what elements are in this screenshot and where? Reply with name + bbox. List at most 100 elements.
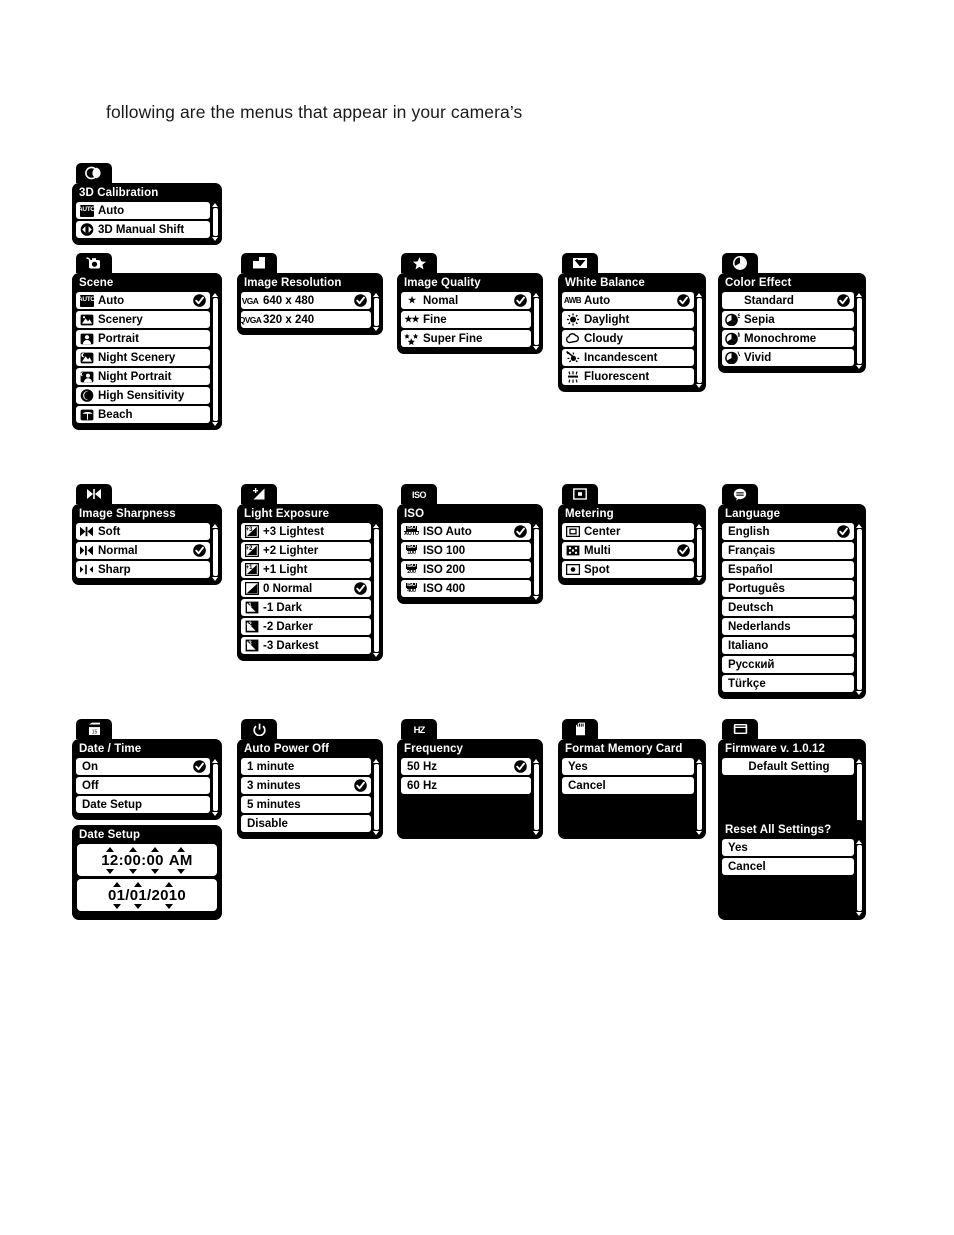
- scrollbar[interactable]: [856, 293, 862, 369]
- menu-item-format-memory-card-1[interactable]: Cancel: [562, 777, 694, 794]
- menu-item-scene-5[interactable]: High Sensitivity: [76, 387, 210, 404]
- scroll-thumb[interactable]: [856, 298, 862, 364]
- menu-item-scene-1[interactable]: Scenery: [76, 311, 210, 328]
- menu-item-language-0[interactable]: English: [722, 523, 854, 540]
- hour-stepper-down-arrow-icon[interactable]: [105, 868, 114, 874]
- scroll-down-arrow-icon[interactable]: [533, 596, 539, 600]
- menu-item-white-balance-2[interactable]: Cloudy: [562, 330, 694, 347]
- year-stepper[interactable]: 2010: [151, 881, 186, 909]
- hour-stepper-up-arrow-icon[interactable]: [105, 846, 114, 852]
- menu-item-scene-0[interactable]: AUTO Auto: [76, 292, 210, 309]
- menu-item-language-2[interactable]: Español: [722, 561, 854, 578]
- scroll-up-arrow-icon[interactable]: [533, 759, 539, 763]
- menu-item-language-7[interactable]: Русский: [722, 656, 854, 673]
- menu-item-image-resolution-0[interactable]: VGA 640 x 480: [241, 292, 371, 309]
- scroll-down-arrow-icon[interactable]: [212, 237, 218, 241]
- menu-item-reset-all-settings-1[interactable]: Cancel: [722, 858, 854, 875]
- menu-item-color-effect-1[interactable]: S Sepia: [722, 311, 854, 328]
- scroll-thumb[interactable]: [533, 764, 539, 830]
- menu-item-light-exposure-1[interactable]: +2 +2 Lighter: [241, 542, 371, 559]
- scroll-up-arrow-icon[interactable]: [212, 524, 218, 528]
- day-stepper[interactable]: 01: [130, 881, 147, 909]
- menu-item-image-sharpness-2[interactable]: Sharp: [76, 561, 210, 578]
- menu-item-image-sharpness-0[interactable]: Soft: [76, 523, 210, 540]
- menu-tab-3d-calibration[interactable]: [76, 163, 112, 183]
- menu-item-image-quality-2[interactable]: Super Fine: [401, 330, 531, 347]
- menu-item-scene-6[interactable]: Beach: [76, 406, 210, 423]
- scroll-thumb[interactable]: [373, 529, 379, 652]
- scrollbar[interactable]: [856, 524, 862, 695]
- menu-item-scene-3[interactable]: Night Scenery: [76, 349, 210, 366]
- menu-item-iso-3[interactable]: ISO 400 ISO 400: [401, 580, 531, 597]
- scroll-down-arrow-icon[interactable]: [856, 912, 862, 916]
- menu-item-3d-calibration-0[interactable]: AUTO Auto: [76, 202, 210, 219]
- menu-item-date-time-2[interactable]: Date Setup: [76, 796, 210, 813]
- scrollbar[interactable]: [212, 759, 218, 816]
- scrollbar[interactable]: [373, 293, 379, 331]
- menu-item-date-time-1[interactable]: Off: [76, 777, 210, 794]
- menu-tab-image-resolution[interactable]: [241, 253, 277, 273]
- menu-item-light-exposure-2[interactable]: +1 +1 Light: [241, 561, 371, 578]
- scroll-thumb[interactable]: [696, 529, 702, 576]
- month-stepper[interactable]: 01: [108, 881, 125, 909]
- scroll-thumb[interactable]: [696, 764, 702, 830]
- scroll-down-arrow-icon[interactable]: [856, 365, 862, 369]
- menu-item-image-quality-1[interactable]: ★★ Fine: [401, 311, 531, 328]
- scroll-up-arrow-icon[interactable]: [212, 293, 218, 297]
- scroll-thumb[interactable]: [856, 845, 862, 911]
- menu-item-image-quality-0[interactable]: ★ Nomal: [401, 292, 531, 309]
- scroll-up-arrow-icon[interactable]: [696, 759, 702, 763]
- meridiem-stepper-down-arrow-icon[interactable]: [176, 868, 185, 874]
- scroll-thumb[interactable]: [373, 298, 379, 326]
- menu-tab-language[interactable]: [722, 484, 758, 504]
- menu-item-firmware-0[interactable]: Default Setting: [722, 758, 854, 775]
- scroll-thumb[interactable]: [696, 298, 702, 383]
- year-stepper-up-arrow-icon[interactable]: [164, 881, 173, 887]
- menu-tab-firmware[interactable]: [722, 719, 758, 739]
- scroll-up-arrow-icon[interactable]: [856, 293, 862, 297]
- menu-item-metering-1[interactable]: Multi: [562, 542, 694, 559]
- scrollbar[interactable]: [373, 524, 379, 657]
- menu-item-language-4[interactable]: Deutsch: [722, 599, 854, 616]
- menu-item-auto-power-off-2[interactable]: 5 minutes: [241, 796, 371, 813]
- scroll-down-arrow-icon[interactable]: [533, 346, 539, 350]
- menu-item-white-balance-1[interactable]: Daylight: [562, 311, 694, 328]
- scroll-down-arrow-icon[interactable]: [212, 577, 218, 581]
- month-stepper-up-arrow-icon[interactable]: [112, 881, 121, 887]
- scroll-down-arrow-icon[interactable]: [696, 384, 702, 388]
- scroll-up-arrow-icon[interactable]: [856, 524, 862, 528]
- scroll-up-arrow-icon[interactable]: [373, 293, 379, 297]
- scrollbar[interactable]: [533, 293, 539, 350]
- scroll-up-arrow-icon[interactable]: [212, 759, 218, 763]
- scroll-down-arrow-icon[interactable]: [696, 831, 702, 835]
- menu-item-date-time-0[interactable]: On: [76, 758, 210, 775]
- menu-tab-auto-power-off[interactable]: [241, 719, 277, 739]
- menu-item-color-effect-0[interactable]: Standard: [722, 292, 854, 309]
- minute-stepper[interactable]: 00: [124, 846, 141, 874]
- scroll-up-arrow-icon[interactable]: [856, 840, 862, 844]
- menu-item-scene-2[interactable]: Portrait: [76, 330, 210, 347]
- minute-stepper-up-arrow-icon[interactable]: [128, 846, 137, 852]
- menu-tab-color-effect[interactable]: [722, 253, 758, 273]
- menu-item-image-resolution-1[interactable]: QVGA 320 x 240: [239, 311, 371, 328]
- menu-item-iso-2[interactable]: ISO 200 ISO 200: [401, 561, 531, 578]
- scroll-up-arrow-icon[interactable]: [696, 524, 702, 528]
- menu-tab-image-quality[interactable]: [401, 253, 437, 273]
- scroll-up-arrow-icon[interactable]: [533, 524, 539, 528]
- scroll-up-arrow-icon[interactable]: [533, 293, 539, 297]
- menu-tab-frequency[interactable]: HZ: [401, 719, 437, 739]
- scrollbar[interactable]: [696, 293, 702, 388]
- hour-stepper[interactable]: 12: [101, 846, 118, 874]
- scrollbar[interactable]: [533, 759, 539, 835]
- menu-tab-white-balance[interactable]: [562, 253, 598, 273]
- menu-item-light-exposure-0[interactable]: +3 +3 Lightest: [241, 523, 371, 540]
- scrollbar[interactable]: [373, 759, 379, 835]
- menu-item-metering-2[interactable]: Spot: [562, 561, 694, 578]
- menu-item-auto-power-off-0[interactable]: 1 minute: [241, 758, 371, 775]
- menu-item-light-exposure-6[interactable]: -3 -3 Darkest: [241, 637, 371, 654]
- scroll-thumb[interactable]: [212, 208, 218, 236]
- scroll-down-arrow-icon[interactable]: [856, 691, 862, 695]
- menu-tab-date-time[interactable]: 15: [76, 719, 112, 739]
- scroll-up-arrow-icon[interactable]: [373, 524, 379, 528]
- menu-item-metering-0[interactable]: Center: [562, 523, 694, 540]
